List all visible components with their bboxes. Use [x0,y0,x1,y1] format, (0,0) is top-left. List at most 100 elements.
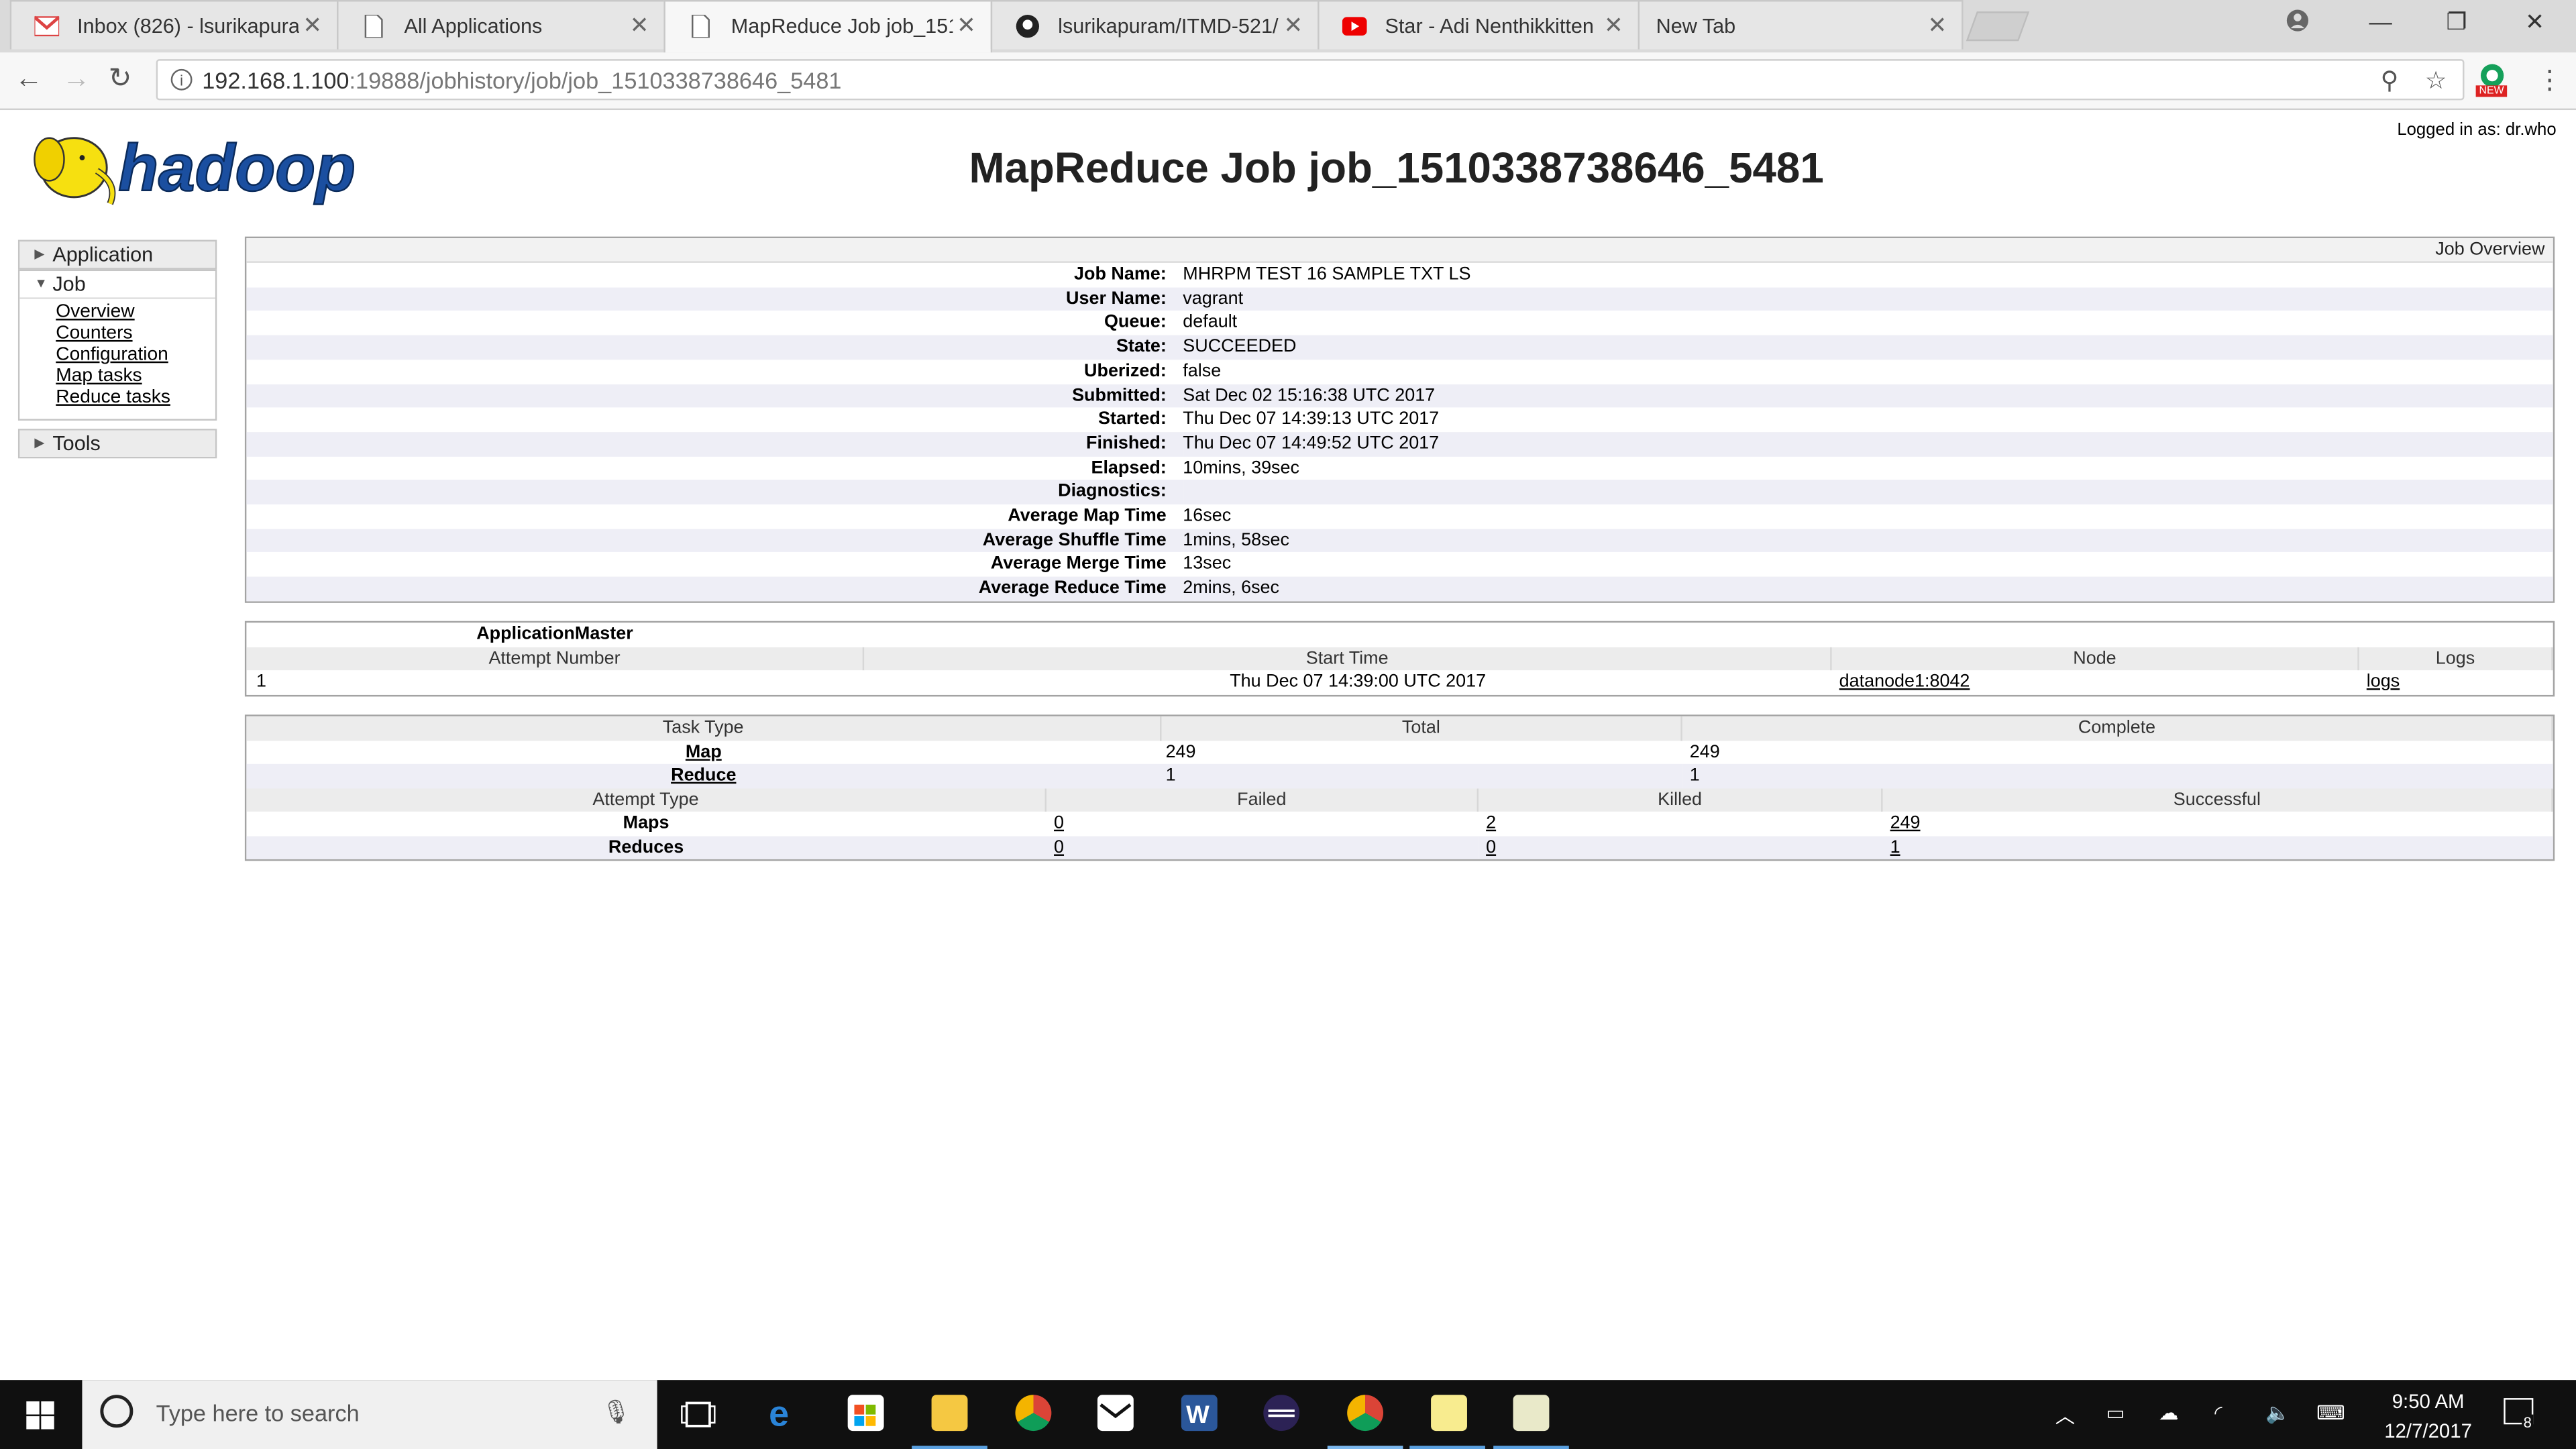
nav-link-reduce-tasks[interactable]: Reduce tasks [56,388,215,409]
show-hidden-icons-icon[interactable]: ︿ [2055,1401,2075,1430]
chrome-icon[interactable] [1015,1395,1052,1432]
overview-value: false [1183,361,1222,381]
restore-icon[interactable]: ❐ [2447,8,2467,36]
info-icon[interactable]: i [170,68,193,91]
tab-bar: Inbox (826) - lsurikapura ✕ All Applicat… [0,0,2576,53]
close-icon[interactable]: ✕ [1604,11,1623,40]
edge-icon[interactable]: e [765,1394,802,1434]
back-icon[interactable]: ← [15,62,43,95]
nav-link-map-tasks[interactable]: Map tasks [56,366,215,388]
close-icon[interactable]: ✕ [957,11,976,40]
job-overview-panel: Job Overview Job Name: MHRPM TEST 16 SAMP… [244,236,2555,603]
page-icon [692,15,710,38]
windows-start-icon[interactable] [26,1401,54,1430]
overview-row: Started: Thu Dec 07 14:39:13 UTC 2017 [246,408,2553,432]
overview-value: Thu Dec 07 14:39:13 UTC 2017 [1183,409,1440,429]
forward-icon[interactable]: → [62,62,91,95]
overview-key: User Name: [1066,288,1167,309]
nav-link-counters[interactable]: Counters [56,323,215,345]
application-master-panel: ApplicationMaster Attempt Number Start T… [244,621,2555,696]
close-icon[interactable]: ✕ [1927,11,1947,40]
profile-icon[interactable] [2286,8,2310,33]
reduces-failed-link[interactable]: 0 [1054,837,1064,857]
search-icon[interactable]: ⚲ [2381,66,2399,95]
task-view-icon[interactable] [680,1400,716,1430]
tab-github[interactable]: lsurikapuram/ITMD-521/ ✕ [990,0,1320,50]
tab-gmail[interactable]: Inbox (826) - lsurikapura ✕ [9,0,339,50]
am-start-time: Thu Dec 07 14:39:00 UTC 2017 [1230,672,1487,692]
maps-killed-link[interactable]: 2 [1486,813,1496,833]
overview-row: Uberized: false [246,360,2553,384]
taskbar-search-box[interactable]: Type here to search 🎙 [82,1380,657,1449]
maps-failed-link[interactable]: 0 [1054,813,1064,833]
nav-link-configuration[interactable]: Configuration [56,345,215,366]
close-icon[interactable]: ✕ [1283,11,1303,40]
am-logs-link[interactable]: logs [2367,672,2400,692]
volume-icon[interactable]: 🔈 [2265,1401,2290,1424]
reload-icon[interactable]: ↻ [109,62,132,95]
nav-job[interactable]: ▼ Job Overview Counters Configuration Map… [17,269,217,421]
mail-icon[interactable] [1097,1395,1134,1432]
overview-row: User Name: vagrant [246,286,2553,311]
extension-icon[interactable]: NEW [2474,62,2510,99]
overview-value: MHRPM TEST 16 SAMPLE TXT LS [1183,264,1471,284]
active-indicator [1493,1446,1569,1449]
active-indicator [1327,1446,1403,1449]
attempts-header-successful: Successful [1882,788,2553,812]
close-icon[interactable]: ✕ [303,11,322,40]
tasks-header-total: Total [1161,716,1682,741]
battery-icon[interactable]: ▭ [2106,1401,2125,1424]
nav-tools[interactable]: ▶ Tools [17,429,217,459]
sticky-notes-icon[interactable] [1431,1395,1467,1432]
task-type-reduce-link[interactable]: Reduce [671,765,736,785]
new-tab-button[interactable] [1966,11,2030,42]
store-icon[interactable] [847,1395,884,1432]
maps-successful-link[interactable]: 249 [1890,813,1921,833]
nav-link-overview[interactable]: Overview [56,303,215,324]
github-icon [1016,15,1039,38]
nav-application[interactable]: ▶ Application [17,239,217,270]
microphone-icon[interactable]: 🎙 [602,1398,631,1426]
wifi-icon[interactable]: ◜ [2214,1401,2222,1424]
am-header-attempt: Attempt Number [246,646,865,671]
url-input[interactable]: i 192.168.1.100:19888/jobhistory/job/job… [156,59,2465,101]
keyboard-icon[interactable]: ⌨ [2316,1401,2345,1424]
eclipse-icon[interactable] [1263,1395,1300,1432]
notepad-icon[interactable] [1513,1395,1550,1432]
overview-value: 16sec [1183,506,1232,526]
bookmark-star-icon[interactable]: ☆ [2425,66,2447,95]
tab-mapreduce-job[interactable]: MapReduce Job job_151 ✕ [663,0,993,53]
active-indicator [912,1446,987,1449]
overview-key: Elapsed: [1091,458,1167,478]
overview-row: Diagnostics: [246,480,2553,504]
menu-icon[interactable]: ⋮ [2536,64,2563,97]
reduces-killed-link[interactable]: 0 [1486,837,1496,857]
extension-badge: NEW [2475,85,2508,97]
taskbar-clock[interactable]: 9:50 AM 12/7/2017 [2366,1387,2491,1446]
logged-in-label: Logged in as: dr.who [2397,119,2557,140]
close-window-icon[interactable]: ✕ [2525,8,2544,36]
overview-value [1183,480,2553,504]
overview-key: Average Map Time [1008,506,1167,526]
overview-key: Uberized: [1084,361,1167,381]
close-icon[interactable]: ✕ [630,11,649,40]
tab-new-tab[interactable]: New Tab ✕ [1638,0,1964,50]
tab-all-applications[interactable]: All Applications ✕ [337,0,665,50]
am-node-link[interactable]: datanode1:8042 [1839,672,1970,692]
reduces-successful-link[interactable]: 1 [1890,837,1900,857]
task-type-map-link[interactable]: Map [686,742,722,761]
tab-title: Inbox (826) - lsurikapura [77,15,299,38]
collapsed-arrow-icon: ▶ [34,435,45,451]
cortana-icon [100,1395,133,1428]
map-complete: 249 [1689,741,1720,762]
job-overview-header: Job Overview [246,238,2553,263]
overview-key: Average Reduce Time [978,578,1167,598]
overview-value: 2mins, 6sec [1183,578,1280,598]
svg-text:W: W [1186,1401,1210,1428]
onedrive-icon[interactable]: ☁ [2159,1401,2178,1424]
minimize-icon[interactable]: — [2369,8,2392,34]
file-explorer-icon[interactable] [931,1395,968,1432]
chrome-active-icon[interactable] [1347,1395,1384,1432]
tab-youtube[interactable]: Star - Adi Nenthikkitten ✕ [1318,0,1640,50]
word-icon[interactable]: W [1181,1395,1218,1432]
